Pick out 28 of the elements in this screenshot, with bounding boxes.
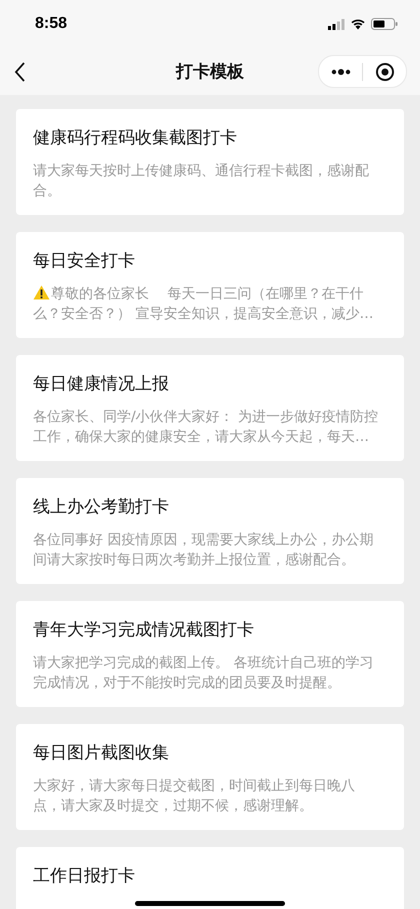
template-card[interactable]: 青年大学习完成情况截图打卡 请大家把学习完成的截图上传。 各班统计自己班的学习完成情况，对于不能按时完成的团员要及时提醒。: [16, 601, 404, 707]
signal-icon: [328, 18, 345, 30]
template-card[interactable]: 每日安全打卡 尊敬的各位家长 每天一日三问（在哪里？在干什么？安全否？） 宣导安全知识，提高安全意识，减少…: [16, 232, 404, 338]
template-title: 每日图片截图收集: [33, 742, 170, 765]
wifi-icon: [350, 18, 366, 30]
template-card[interactable]: 线上办公考勤打卡 各位同事好 因疫情原因，现需要大家线上办公，办公期间请大家按时每日两次考勤并上报位置，感谢配合。: [16, 478, 404, 584]
template-description: 请大家每天按时上传健康码、通信行程卡截图，感谢配合。: [33, 162, 370, 201]
template-description: 各位同事好 因疫情原因，现需要大家线上办公，办公期间请大家按时每日两次考勤并上报位置，感谢配合。: [33, 531, 374, 570]
template-card[interactable]: 每日图片截图收集 大家好，请大家每日提交截图，时间截止到每日晚八点，请大家及时提交，过期不候，感谢理解。: [16, 724, 404, 830]
battery-icon: [371, 18, 398, 30]
template-description: 大家好，请大家每日提交截图，时间截止到每日晚八点，请大家及时提交，过期不候，感谢理解。: [33, 777, 356, 816]
template-card[interactable]: 工作日报打卡: [16, 847, 404, 909]
template-description: 请大家把学习完成的截图上传。 各班统计自己班的学习完成情况，对于不能按时完成的团员要及时提醒。: [33, 654, 374, 693]
template-title: 每日健康情况上报: [33, 373, 170, 396]
template-title: 健康码行程码收集截图打卡: [33, 127, 238, 150]
template-description: 各位家长、同学/小伙伴大家好： 为进一步做好疫情防控工作，确保大家的健康安全，请大家从今天起，每天…: [33, 408, 380, 447]
template-card[interactable]: 健康码行程码收集截图打卡 请大家每天按时上传健康码、通信行程卡截图，感谢配合。: [16, 109, 404, 215]
more-icon[interactable]: [330, 68, 350, 74]
template-description: 尊敬的各位家长 每天一日三问（在哪里？在干什么？安全否？） 宣导安全知识，提高安全意识，减少…: [33, 284, 374, 324]
record-icon[interactable]: [374, 62, 394, 82]
template-title: 青年大学习完成情况截图打卡: [33, 619, 255, 642]
page-title: 打卡模板: [176, 62, 244, 82]
warning-icon: [33, 285, 50, 300]
status-time: 8:58: [35, 15, 68, 33]
template-card[interactable]: 每日健康情况上报 各位家长、同学/小伙伴大家好： 为进一步做好疫情防控工作，确保大家的健康安全，请大家从今天起，每天…: [16, 355, 404, 461]
template-title: 每日安全打卡: [33, 250, 136, 273]
template-title: 线上办公考勤打卡: [33, 496, 170, 519]
template-title: 工作日报打卡: [33, 865, 136, 888]
